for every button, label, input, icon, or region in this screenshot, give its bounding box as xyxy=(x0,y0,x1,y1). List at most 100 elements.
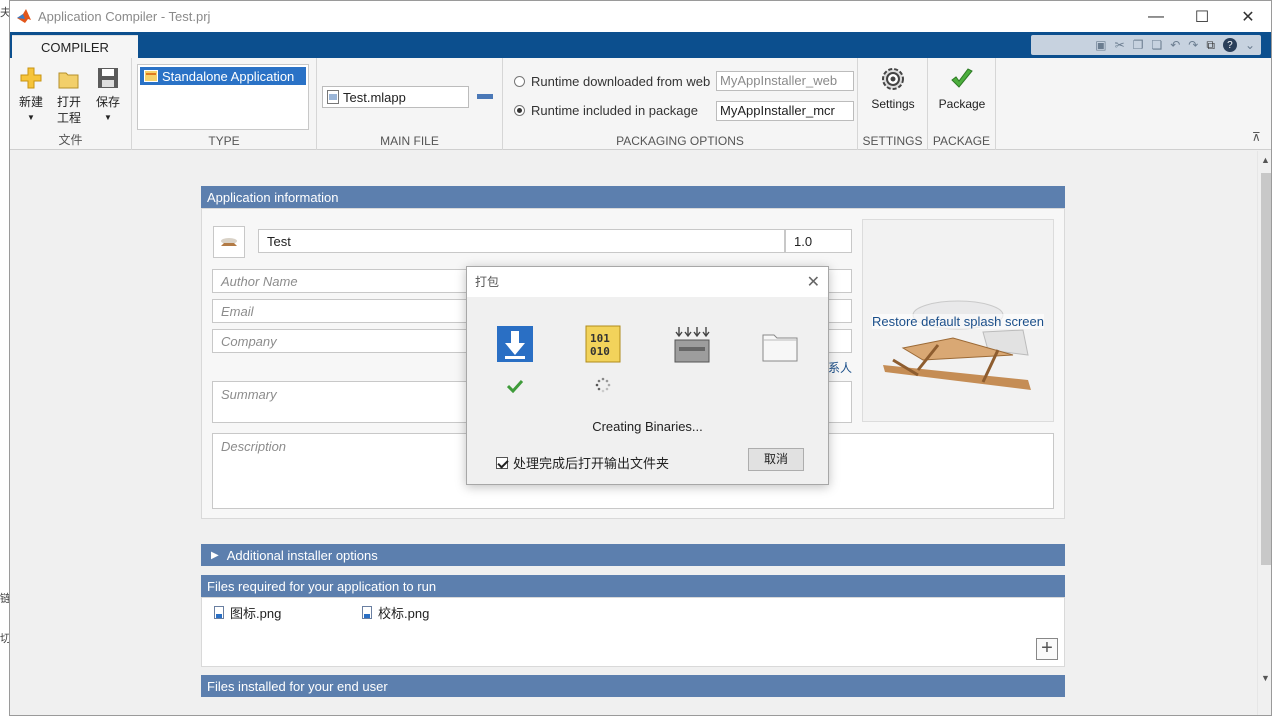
file-group-label: 文件 xyxy=(58,133,83,147)
runtime-package-option[interactable]: Runtime included in package xyxy=(514,103,698,118)
runtime-package-radio[interactable] xyxy=(514,105,525,116)
package-group: Package PACKAGE xyxy=(928,58,996,150)
standalone-app-icon xyxy=(144,70,158,82)
maximize-button[interactable]: ☐ xyxy=(1179,1,1225,32)
help-icon[interactable]: ? xyxy=(1222,38,1237,52)
type-group-label: TYPE xyxy=(208,134,240,148)
step-complete-check-icon xyxy=(507,379,523,393)
restore-splash-link[interactable]: Restore default splash screen xyxy=(872,314,1044,329)
file-item[interactable]: 校标.png xyxy=(362,603,429,622)
splash-screen[interactable]: Restore default splash screen xyxy=(862,219,1054,422)
settings-group-label: SETTINGS xyxy=(862,134,923,148)
new-button[interactable]: 新建 ▼ xyxy=(16,66,46,126)
runtime-package-label: Runtime included in package xyxy=(531,103,698,118)
svg-text:101: 101 xyxy=(590,332,610,345)
background-window-right xyxy=(1272,0,1280,720)
dialog-close-button[interactable]: ✕ xyxy=(807,272,820,292)
tab-compiler[interactable]: COMPILER xyxy=(12,35,138,59)
package-label: Package xyxy=(938,97,986,111)
main-file-name: Test.mlapp xyxy=(343,89,406,105)
files-installed-header[interactable]: Files installed for your end user xyxy=(201,675,1065,697)
toolstrip-ribbon: 新建 ▼ 打开 工程 保存 ▼ 文件 TYPE Standalone Appli… xyxy=(10,58,1271,150)
version-input[interactable]: 1.0 xyxy=(785,229,852,253)
main-file-group-label: MAIN FILE xyxy=(380,134,439,148)
scroll-down-icon[interactable]: ▼ xyxy=(1261,673,1270,683)
scrollbar-thumb[interactable] xyxy=(1261,173,1271,565)
new-label: 新建 xyxy=(18,95,43,109)
save-button[interactable]: 保存 ▼ xyxy=(92,66,124,126)
files-required-header[interactable]: Files required for your application to r… xyxy=(201,575,1065,597)
dialog-title: 打包 xyxy=(467,267,828,297)
binary-step-icon: 101 010 xyxy=(585,325,621,363)
scroll-up-icon[interactable]: ▲ xyxy=(1261,155,1270,165)
redo-icon[interactable]: ↷ xyxy=(1188,38,1198,52)
settings-group: Settings SETTINGS xyxy=(858,58,928,150)
open-project-button[interactable]: 打开 工程 xyxy=(54,68,84,126)
file-group: 新建 ▼ 打开 工程 保存 ▼ 文件 xyxy=(10,58,132,150)
package-step-icon xyxy=(674,327,710,363)
close-button[interactable]: ✕ xyxy=(1225,1,1271,32)
open-output-folder-checkbox[interactable] xyxy=(496,456,508,469)
remove-main-file-button[interactable] xyxy=(477,94,493,99)
gear-icon xyxy=(882,68,904,90)
runtime-web-name-input[interactable]: MyAppInstaller_web xyxy=(716,71,854,91)
cut-icon[interactable]: ✂ xyxy=(1115,38,1125,52)
type-standalone-application[interactable]: Standalone Application xyxy=(140,67,306,85)
application-info-header[interactable]: Application information xyxy=(201,186,1065,208)
package-button[interactable]: Package xyxy=(932,66,992,112)
runtime-web-option[interactable]: Runtime downloaded from web xyxy=(514,74,710,89)
quick-access-toolbar: ▣ ✂ ❐ ❏ ↶ ↷ ⧉ ? ⌄ xyxy=(1031,35,1261,55)
window-title: Application Compiler - Test.prj xyxy=(38,9,211,24)
copy-icon[interactable]: ❐ xyxy=(1133,38,1144,52)
loading-spinner-icon xyxy=(595,377,611,393)
save-icon[interactable]: ▣ xyxy=(1095,38,1106,52)
type-label: Standalone Application xyxy=(162,68,295,84)
paste-icon[interactable]: ❏ xyxy=(1151,38,1162,52)
new-plus-icon xyxy=(20,67,42,89)
file-name: 图标.png xyxy=(230,606,282,621)
undo-icon[interactable]: ↶ xyxy=(1170,38,1180,52)
file-name: 校标.png xyxy=(378,606,430,621)
svg-text:010: 010 xyxy=(590,345,610,358)
runtime-web-label: Runtime downloaded from web xyxy=(531,74,711,89)
download-step-icon xyxy=(497,326,533,362)
runtime-package-name-input[interactable]: MyAppInstaller_mcr xyxy=(716,101,854,121)
app-type-list[interactable]: Standalone Application xyxy=(137,64,309,130)
file-item[interactable]: 图标.png xyxy=(214,603,281,622)
png-file-icon xyxy=(362,606,372,619)
runtime-web-radio[interactable] xyxy=(514,76,525,87)
mlapp-file-icon xyxy=(327,90,339,104)
open-project-label: 打开 工程 xyxy=(56,95,81,125)
main-file-field[interactable]: Test.mlapp xyxy=(322,86,469,108)
dialog-cancel-button[interactable]: 取消 xyxy=(748,448,804,471)
packaging-options-label: PACKAGING OPTIONS xyxy=(616,134,744,148)
contact-link[interactable]: 系人 xyxy=(828,359,852,376)
collapse-toolstrip-icon[interactable]: ⊼ xyxy=(1252,130,1261,144)
app-name-input[interactable]: Test xyxy=(258,229,785,253)
add-file-button[interactable]: + xyxy=(1036,638,1058,660)
matlab-logo-icon xyxy=(17,9,31,23)
open-output-folder-option[interactable]: 处理完成后打开输出文件夹 xyxy=(496,453,669,472)
folder-open-icon xyxy=(58,72,79,89)
settings-label: Settings xyxy=(871,97,915,111)
settings-button[interactable]: Settings xyxy=(864,66,922,112)
title-bar: Application Compiler - Test.prj — ☐ ✕ xyxy=(10,1,1271,32)
switch-windows-icon[interactable]: ⧉ xyxy=(1206,38,1215,53)
open-output-folder-label: 处理完成后打开输出文件夹 xyxy=(513,456,670,471)
minimize-button[interactable]: — xyxy=(1133,1,1179,32)
output-folder-step-icon xyxy=(762,334,798,362)
additional-installer-options-header[interactable]: ▶ Additional installer options xyxy=(201,544,1065,566)
toolstrip-tab-bar: COMPILER ▣ ✂ ❐ ❏ ↶ ↷ ⧉ ? ⌄ xyxy=(10,32,1271,59)
floppy-save-icon xyxy=(98,68,118,88)
app-icon xyxy=(221,238,237,246)
additional-options-label: Additional installer options xyxy=(226,547,378,563)
options-down-icon[interactable]: ⌄ xyxy=(1245,38,1255,52)
app-icon-button[interactable] xyxy=(213,226,245,258)
save-dropdown-icon: ▼ xyxy=(104,113,112,122)
vertical-scrollbar[interactable]: ▲ ▼ xyxy=(1257,151,1271,715)
background-window: 夫 链 切 xyxy=(0,0,11,720)
dialog-status-text: Creating Binaries... xyxy=(592,419,703,434)
new-dropdown-icon: ▼ xyxy=(27,113,35,122)
package-group-label: PACKAGE xyxy=(932,134,991,148)
packaging-dialog: 打包 ✕ 101 010 Creating Binaries... 处理完成后打… xyxy=(466,266,829,485)
